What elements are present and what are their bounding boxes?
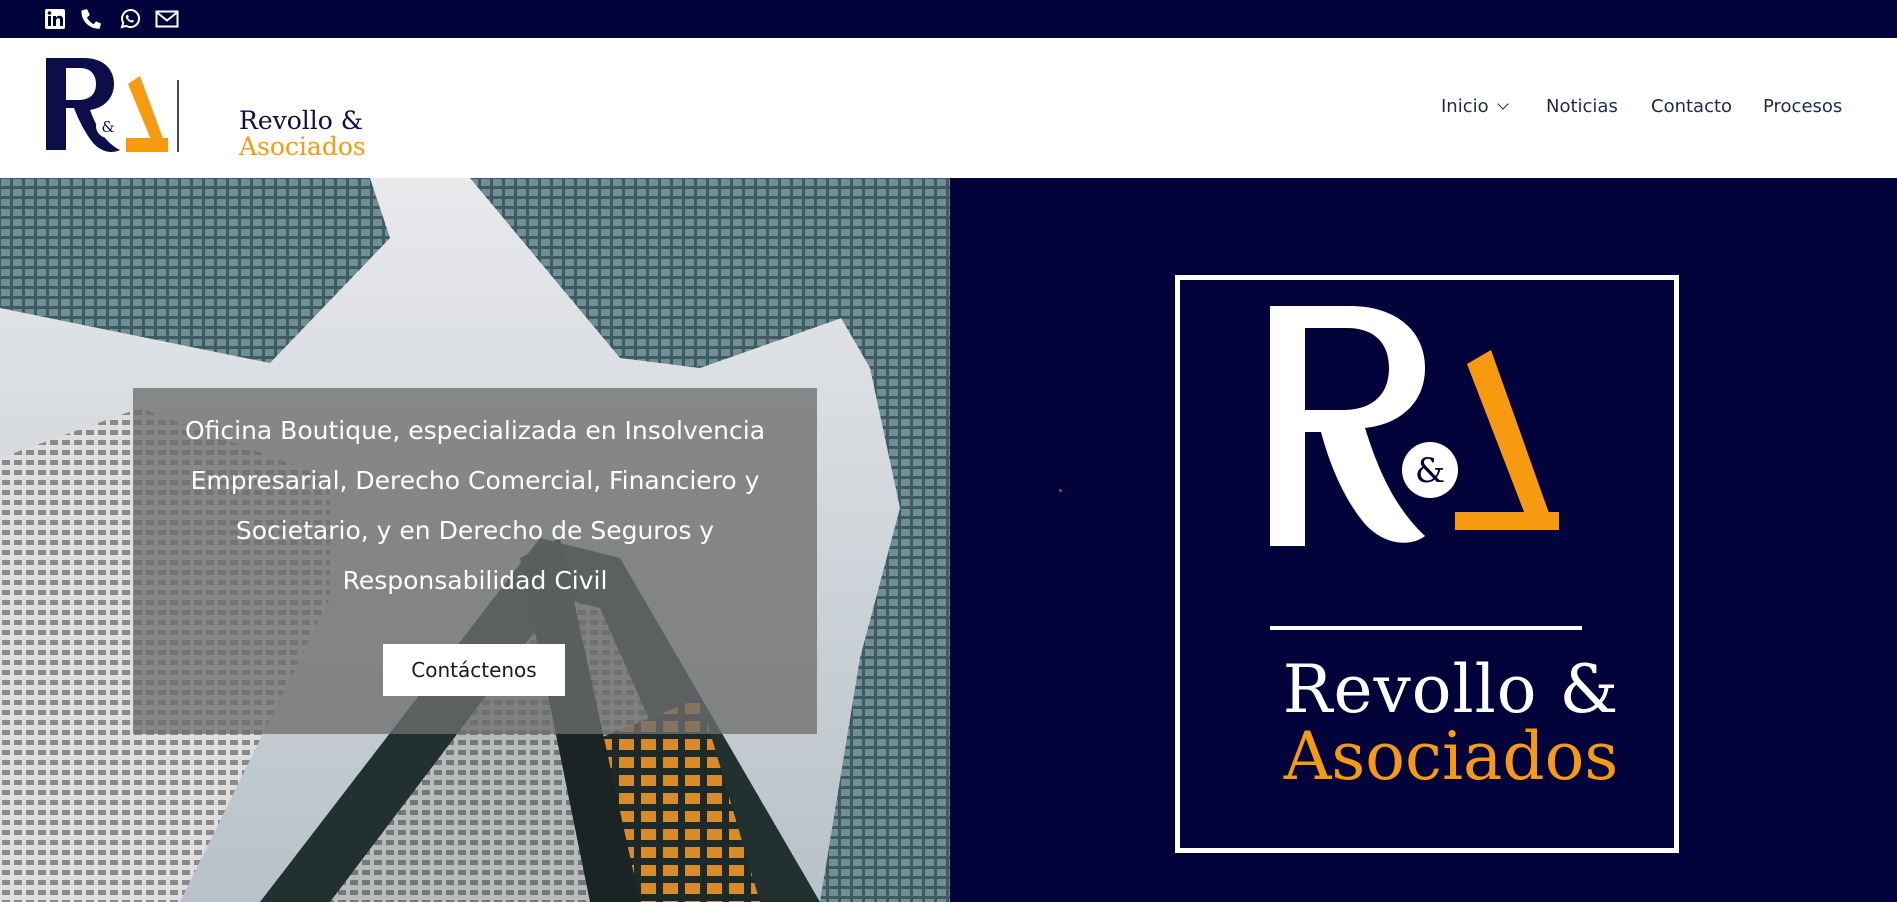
nav-item-label: Procesos [1763,96,1843,117]
nav-item-label: Inicio [1441,96,1489,117]
brand-panel: & Revollo & Asociados [950,178,1897,902]
brand-mark: & [1270,306,1559,546]
logo-wordmark: Revollo & Asociados [239,108,366,160]
whatsapp-icon[interactable] [118,8,142,30]
logo-line-2: Asociados [239,132,366,161]
nav-item-procesos[interactable]: Procesos [1763,96,1842,117]
brand-name-line-1: Revollo & [1282,651,1620,728]
decorative-dot [1059,489,1062,492]
logo-line-1: Revollo & [239,106,364,135]
hero-text-box: Oficina Boutique, especializada en Insol… [133,388,817,734]
chevron-down-icon [1496,98,1509,110]
nav-item-label: Noticias [1546,96,1618,117]
contact-button[interactable]: Contáctenos [383,644,565,696]
nav-item-noticias[interactable]: Noticias [1546,96,1618,117]
nav-item-contacto[interactable]: Contacto [1651,96,1732,117]
hero-image-panel: Oficina Boutique, especializada en Insol… [0,178,950,902]
nav-item-inicio[interactable]: Inicio [1441,96,1509,117]
logo-ampersand: & [101,118,114,136]
site-logo[interactable]: & Revollo & Asociados [44,56,366,160]
brand-ampersand: & [1415,451,1445,491]
mail-icon[interactable] [155,8,179,30]
top-bar [0,0,1897,38]
logo-mark: & [46,58,179,152]
nav-item-label: Contacto [1651,96,1733,117]
phone-icon[interactable] [80,8,104,30]
site-header: & Revollo & Asociados Inicio Noticias Co… [0,38,1897,178]
brand-name-line-2: Asociados [1283,718,1619,795]
hero-tagline: Oficina Boutique, especializada en Insol… [184,416,766,595]
linkedin-icon[interactable] [43,8,67,30]
brand-divider [1270,626,1582,630]
